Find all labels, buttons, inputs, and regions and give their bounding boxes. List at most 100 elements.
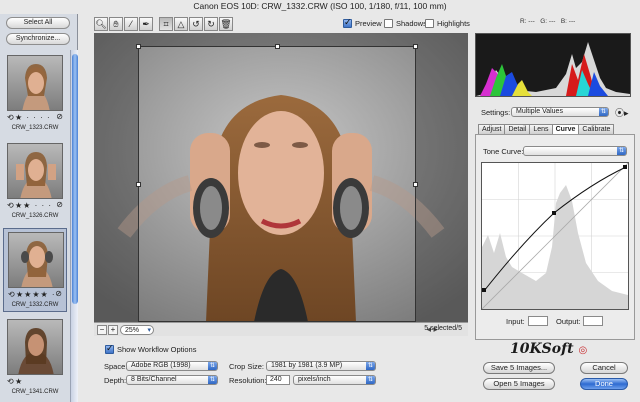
popup-arrow-icon: ⇅ [599,108,608,116]
star-rating[interactable]: ★ · · · · [15,113,51,122]
crop-handle[interactable] [275,44,280,49]
crop-handle[interactable] [136,182,141,187]
depth-value: 8 Bits/Channel [131,376,177,383]
star-rating[interactable]: ★ [15,377,23,386]
star-rating[interactable]: ★★ · · · [15,201,52,210]
thumbnail-filename: CRW_1332.CRW [11,302,59,308]
white-balance-icon[interactable]: ⁄ [124,17,138,31]
shadows-checkbox-box[interactable] [384,19,393,28]
settings-menu-icon[interactable]: ⦿▸ [615,106,629,119]
straighten-icon[interactable]: △ [174,17,188,31]
depth-label: Depth: [104,376,127,385]
tab-lens[interactable]: Lens [529,124,553,134]
highlights-label: Highlights [437,19,470,28]
rotate-icon[interactable]: ⟲ [8,290,15,299]
tab-curve[interactable]: Curve [551,124,580,134]
cancel-button[interactable]: Cancel [580,362,628,374]
preview-checkbox-box[interactable] [343,17,352,28]
space-select[interactable]: Adobe RGB (1998) ⇅ [126,361,218,371]
zoom-out-button[interactable]: − [97,325,107,335]
selection-count: 5 selected/5 [424,325,462,332]
rotate-icon[interactable]: ⟲ [7,201,14,210]
output-value-field[interactable] [583,316,603,326]
zoom-icon[interactable]: 🔍︎ [94,17,108,31]
watermark-seal-icon: ◎ [578,345,588,356]
thumbnail-item[interactable]: ⟲ ★ · · · · ⊘ CRW_1323.CRW [3,52,67,136]
crop-handle[interactable] [136,44,141,49]
settings-select[interactable]: Multiple Values ⇅ [511,107,609,117]
thumbnail-filename: CRW_1323.CRW [11,125,59,131]
filmstrip-scrollbar[interactable] [70,50,78,402]
thumbnail-image [8,232,64,288]
tab-detail[interactable]: Detail [504,124,531,134]
rotate-icon[interactable]: ⟲ [7,113,14,122]
delete-mark-icon[interactable]: ⊘ [56,112,63,121]
input-value-field[interactable] [528,316,548,326]
input-label: Input: [506,317,525,326]
g-readout: G: --- [540,18,556,25]
hand-icon[interactable]: ✋︎ [109,17,123,31]
settings-tabs: Adjust Detail Lens Curve Calibrate [478,124,615,134]
tone-curve-graph[interactable] [481,162,629,310]
popup-arrow-icon: ⇅ [366,362,375,370]
resolution-input[interactable]: 240 [266,375,290,385]
trash-icon[interactable]: 🗑︎ [219,17,233,31]
settings-label: Settings: [481,108,511,117]
depth-select[interactable]: 8 Bits/Channel ⇅ [126,375,218,385]
tab-calibrate[interactable]: Calibrate [578,124,615,134]
scrollbar-thumb[interactable] [72,54,78,304]
window-title: Canon EOS 10D: CRW_1332.CRW (ISO 100, 1/… [193,1,447,11]
preview-checkbox[interactable]: Preview [343,17,382,28]
thumbnail-image [7,143,63,199]
highlights-checkbox[interactable]: Highlights [425,19,470,28]
open-images-button[interactable]: Open 5 Images [483,378,555,390]
select-all-button[interactable]: Select All [6,17,70,29]
tone-curve-svg [481,162,629,310]
thumbnail-image [7,319,63,375]
settings-row: Settings: Multiple Values ⇅ ⦿▸ [475,104,635,120]
preview-label: Preview [355,19,382,28]
filmstrip-panel: Select All Synchronize... ⟲ ★ · · · · ⊘ … [0,14,78,402]
rotate-left-icon[interactable]: ↺ [189,17,203,31]
image-preview[interactable] [94,33,468,322]
star-rating[interactable]: ★★★★ · [16,290,56,299]
resolution-label: Resolution: [229,376,267,385]
show-workflow-checkbox-box[interactable] [105,343,114,354]
synchronize-button[interactable]: Synchronize... [6,33,70,45]
tone-curve-select[interactable]: ⇅ [523,146,627,156]
thumbnail-item[interactable]: ⟲ ★★ · · · ⊘ CRW_1326.CRW [3,140,67,224]
crop-handle[interactable] [413,182,418,187]
crop-size-value: 1981 by 1981 (3.9 MP) [271,362,343,369]
tab-adjust[interactable]: Adjust [478,124,506,134]
crop-size-select[interactable]: 1981 by 1981 (3.9 MP) ⇅ [266,361,376,371]
rotate-icon[interactable]: ⟲ [7,377,14,386]
delete-mark-icon[interactable]: ⊘ [56,200,63,209]
b-readout: B: --- [560,18,576,25]
thumbnail-filename: CRW_1326.CRW [11,213,59,219]
watermark-text: 10KSoft [510,341,574,357]
resolution-unit-value: pixels/inch [298,376,331,383]
histogram-graph [476,42,630,96]
space-value: Adobe RGB (1998) [131,362,191,369]
delete-mark-icon[interactable]: ⊘ [55,289,62,298]
preview-status-bar: − + 25% ◂ ▸ 5 selected/5 [94,322,468,336]
rotate-right-icon[interactable]: ↻ [204,17,218,31]
show-workflow-checkbox[interactable]: Show Workflow Options [105,343,196,354]
zoom-level-select[interactable]: 25% [120,325,154,335]
zoom-in-button[interactable]: + [108,325,118,335]
save-images-button[interactable]: Save 5 Images... [483,362,555,374]
popup-arrow-icon: ⇅ [208,362,217,370]
tool-palette: 🔍︎ ✋︎ ⁄ ✒︎ ⌗ △ ↺ ↻ 🗑︎ [94,17,233,33]
color-sampler-icon[interactable]: ✒︎ [139,17,153,31]
highlights-checkbox-box[interactable] [425,19,434,28]
done-button[interactable]: Done [580,378,628,390]
shadows-checkbox[interactable]: Shadows [384,19,427,28]
crop-handle[interactable] [413,44,418,49]
thumbnail-item[interactable]: ⟲ ★ CRW_1341.CRW [3,316,67,400]
thumbnail-item-selected[interactable]: ⟲ ★★★★ · ⊘ CRW_1332.CRW [3,228,67,312]
crop-icon[interactable]: ⌗ [159,17,173,31]
resolution-unit-select[interactable]: pixels/inch ⇅ [293,375,376,385]
crop-box[interactable] [136,44,418,322]
histogram [475,33,631,97]
workflow-options: Show Workflow Options Space: Adobe RGB (… [94,343,468,402]
